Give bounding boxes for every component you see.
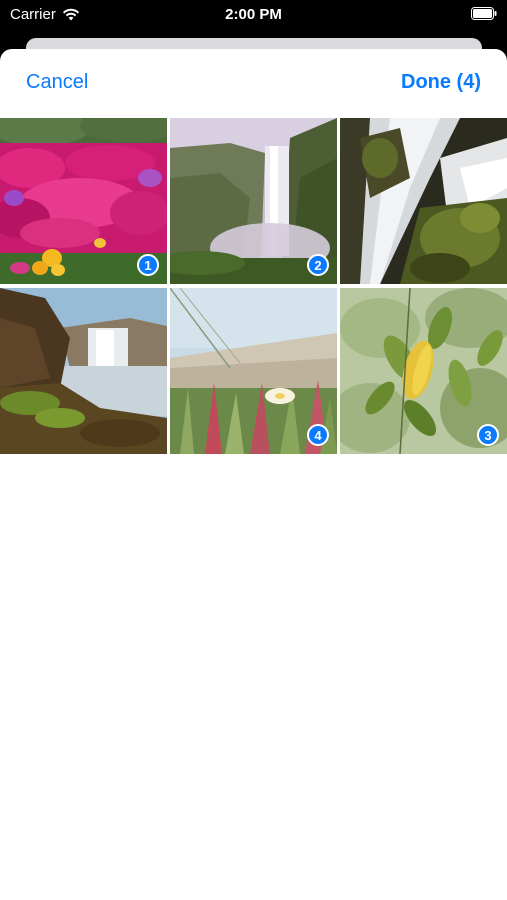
photo-cell[interactable]: 4 xyxy=(170,288,337,454)
selection-badge: 1 xyxy=(137,254,159,276)
photo-grid: 1 2 4 3 xyxy=(0,118,507,454)
photo-thumbnail xyxy=(340,118,507,284)
photo-cell[interactable]: 2 xyxy=(170,118,337,284)
status-bar: Carrier 2:00 PM xyxy=(0,0,507,30)
photo-cell[interactable] xyxy=(0,288,167,454)
photo-cell[interactable] xyxy=(340,118,507,284)
status-time: 2:00 PM xyxy=(225,6,282,23)
photo-cell[interactable]: 1 xyxy=(0,118,167,284)
battery-icon xyxy=(471,7,497,20)
photo-picker-sheet: Cancel Done (4) 1 2 4 3 xyxy=(0,49,507,900)
selection-badge: 3 xyxy=(477,424,499,446)
photo-cell[interactable]: 3 xyxy=(340,288,507,454)
selection-badge: 4 xyxy=(307,424,329,446)
cancel-button[interactable]: Cancel xyxy=(26,71,88,94)
done-button[interactable]: Done (4) xyxy=(401,71,481,94)
selection-badge: 2 xyxy=(307,254,329,276)
photo-thumbnail xyxy=(0,288,167,454)
nav-bar: Cancel Done (4) xyxy=(0,49,507,117)
